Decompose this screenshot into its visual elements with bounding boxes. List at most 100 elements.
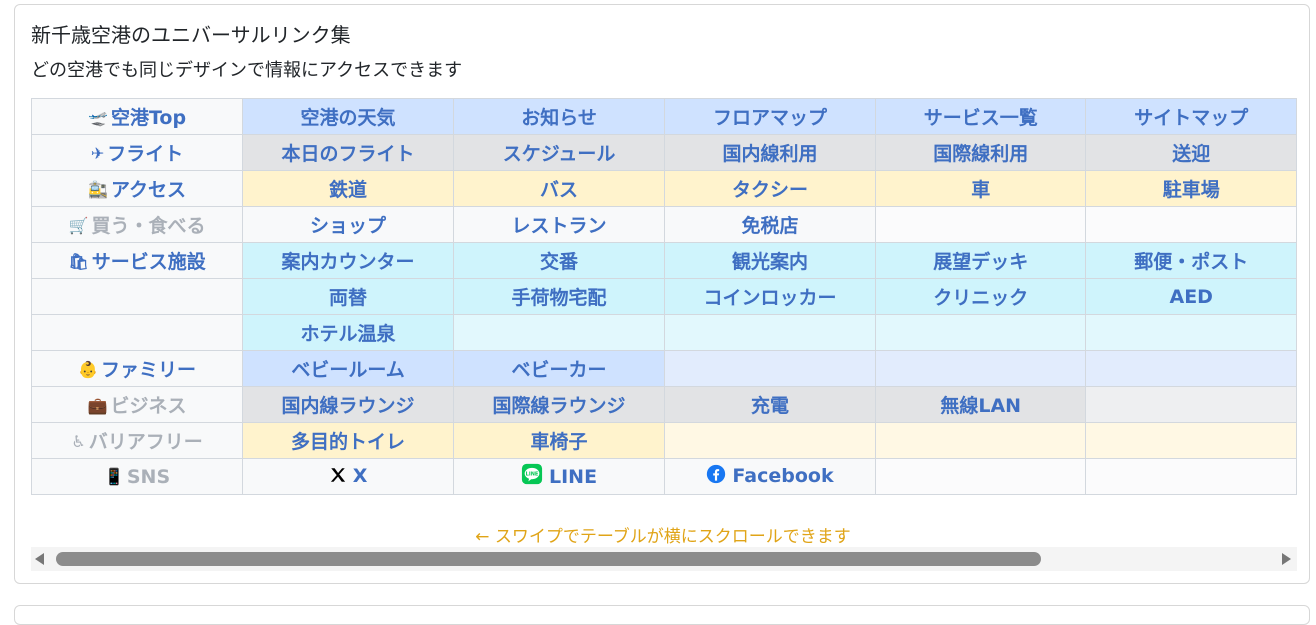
scroll-left-arrow-icon[interactable] bbox=[35, 553, 44, 565]
empty-cell bbox=[1085, 206, 1297, 243]
row-header-label: バリアフリー bbox=[88, 431, 203, 453]
universal-link-table: 🛫 空港Top 空港の天気 お知らせ フロアマップ サービス一覧 サイトマップ ✈ フライト 本日… bbox=[31, 98, 1297, 495]
link-cell[interactable]: 展望デッキ bbox=[874, 242, 1087, 279]
link-cell[interactable]: 郵便・ポスト bbox=[1085, 242, 1297, 279]
link-cell[interactable]: サイトマップ bbox=[1085, 98, 1297, 135]
row-header[interactable]: 📱 SNS bbox=[31, 458, 244, 495]
link-cell[interactable]: AED bbox=[1085, 278, 1297, 315]
empty-cell bbox=[874, 422, 1087, 459]
row-header-label: ファミリー bbox=[100, 359, 196, 381]
link-cell[interactable]: スケジュール bbox=[453, 134, 666, 171]
link-cell[interactable]: 国際線利用 bbox=[874, 134, 1087, 171]
link-cell[interactable]: X bbox=[242, 458, 455, 495]
table-scroll-container[interactable]: 🛫 空港Top 空港の天気 お知らせ フロアマップ サービス一覧 サイトマップ ✈ フライト 本日… bbox=[31, 98, 1297, 508]
table-row: 🛫 空港Top 空港の天気 お知らせ フロアマップ サービス一覧 サイトマップ bbox=[31, 98, 1297, 135]
link-cell[interactable]: 免税店 bbox=[664, 206, 876, 243]
link-cell[interactable]: クリニック bbox=[874, 278, 1087, 315]
link-cell[interactable]: お知らせ bbox=[453, 98, 666, 135]
link-label: クリニック bbox=[933, 287, 1029, 309]
link-cell[interactable]: 無線LAN bbox=[874, 386, 1087, 423]
table-row: 🛒 買う・食べる ショップ レストラン 免税店 bbox=[31, 206, 1297, 243]
link-cell[interactable]: ベビールーム bbox=[242, 350, 455, 387]
link-cell[interactable]: コインロッカー bbox=[664, 278, 876, 315]
link-cell[interactable]: ショップ bbox=[242, 206, 455, 243]
scrollbar-thumb[interactable] bbox=[56, 552, 1041, 566]
link-label: 充電 bbox=[750, 395, 789, 417]
link-label: レストラン bbox=[511, 215, 607, 237]
row-header[interactable]: 🛍 サービス施設 bbox=[31, 242, 244, 279]
link-cell[interactable]: 観光案内 bbox=[664, 242, 876, 279]
link-cell[interactable]: 鉄道 bbox=[242, 170, 455, 207]
empty-cell bbox=[874, 314, 1087, 351]
link-cell[interactable]: 駐車場 bbox=[1085, 170, 1297, 207]
link-label: 多目的トイレ bbox=[291, 431, 406, 453]
link-label: お知らせ bbox=[521, 107, 597, 129]
link-cell[interactable]: LINE LINE bbox=[453, 458, 666, 495]
scroll-right-arrow-icon[interactable] bbox=[1282, 553, 1291, 565]
link-label: AED bbox=[1169, 285, 1213, 308]
row-header[interactable]: 🛒 買う・食べる bbox=[31, 206, 244, 243]
table-row: 両替 手荷物宅配 コインロッカー クリニック AED bbox=[31, 278, 1297, 315]
horizontal-scrollbar[interactable] bbox=[31, 547, 1297, 571]
link-cell[interactable]: 交番 bbox=[453, 242, 666, 279]
empty-cell bbox=[664, 314, 876, 351]
link-cell[interactable]: 両替 bbox=[242, 278, 455, 315]
link-cell[interactable]: 案内カウンター bbox=[242, 242, 455, 279]
card-title: 新千歳空港のユニバーサルリンク集 bbox=[31, 23, 351, 47]
link-cell[interactable]: 多目的トイレ bbox=[242, 422, 455, 459]
link-label: ホテル温泉 bbox=[300, 323, 396, 345]
link-cell[interactable]: 送迎 bbox=[1085, 134, 1297, 171]
row-header[interactable]: 👶 ファミリー bbox=[31, 350, 244, 387]
empty-cell bbox=[1085, 350, 1297, 387]
row-header-empty bbox=[31, 278, 244, 315]
row-header[interactable]: 🚉 アクセス bbox=[31, 170, 244, 207]
shopping-bag-icon: 🛍 bbox=[68, 252, 89, 271]
link-label: 両替 bbox=[329, 287, 368, 309]
link-cell[interactable]: レストラン bbox=[453, 206, 666, 243]
link-cell[interactable]: サービス一覧 bbox=[874, 98, 1087, 135]
table-row: ホテル温泉 bbox=[31, 314, 1297, 351]
link-cell[interactable]: 車椅子 bbox=[453, 422, 666, 459]
empty-cell bbox=[874, 458, 1087, 495]
link-label: サービス一覧 bbox=[923, 107, 1038, 129]
table-row: ♿ バリアフリー 多目的トイレ 車椅子 bbox=[31, 422, 1297, 459]
table-row: 👶 ファミリー ベビールーム ベビーカー bbox=[31, 350, 1297, 387]
empty-cell bbox=[664, 350, 876, 387]
empty-cell bbox=[1085, 458, 1297, 495]
row-header-label: 買う・食べる bbox=[91, 215, 206, 237]
link-cell[interactable]: 空港の天気 bbox=[242, 98, 455, 135]
link-cell[interactable]: 国内線利用 bbox=[664, 134, 876, 171]
link-cell[interactable]: バス bbox=[453, 170, 666, 207]
link-cell[interactable]: 充電 bbox=[664, 386, 876, 423]
link-cell[interactable]: 車 bbox=[874, 170, 1087, 207]
link-label: 案内カウンター bbox=[281, 251, 415, 273]
airport-icon: 🛫 bbox=[88, 108, 108, 127]
link-cell[interactable]: Facebook bbox=[664, 458, 876, 495]
facebook-logo-icon bbox=[706, 464, 726, 489]
row-header[interactable]: ✈ フライト bbox=[31, 134, 244, 171]
row-header-label: フライト bbox=[107, 143, 184, 165]
link-label: 駐車場 bbox=[1162, 179, 1220, 201]
empty-cell bbox=[874, 206, 1087, 243]
link-cell[interactable]: 本日のフライト bbox=[242, 134, 455, 171]
link-label: ショップ bbox=[310, 215, 387, 237]
link-cell[interactable]: 国際線ラウンジ bbox=[453, 386, 666, 423]
link-label: 国内線利用 bbox=[722, 143, 818, 165]
link-cell[interactable]: ベビーカー bbox=[453, 350, 666, 387]
row-header[interactable]: 💼 ビジネス bbox=[31, 386, 244, 423]
empty-cell bbox=[453, 314, 666, 351]
link-cell[interactable]: 国内線ラウンジ bbox=[242, 386, 455, 423]
link-cell[interactable]: 手荷物宅配 bbox=[453, 278, 666, 315]
link-cell[interactable]: フロアマップ bbox=[664, 98, 876, 135]
link-label: ベビーカー bbox=[511, 359, 607, 381]
row-header[interactable]: 🛫 空港Top bbox=[31, 98, 244, 135]
cart-icon: 🛒 bbox=[68, 216, 89, 235]
row-header[interactable]: ♿ バリアフリー bbox=[31, 422, 244, 459]
link-cell[interactable]: タクシー bbox=[664, 170, 876, 207]
link-label: 国際線ラウンジ bbox=[492, 395, 626, 417]
card-subtitle: どの空港でも同じデザインで情報にアクセスできます bbox=[31, 60, 463, 81]
row-header-label: SNS bbox=[126, 465, 171, 488]
link-cell[interactable]: ホテル温泉 bbox=[242, 314, 455, 351]
link-label: 鉄道 bbox=[329, 179, 368, 201]
link-label: 無線LAN bbox=[940, 395, 1022, 417]
